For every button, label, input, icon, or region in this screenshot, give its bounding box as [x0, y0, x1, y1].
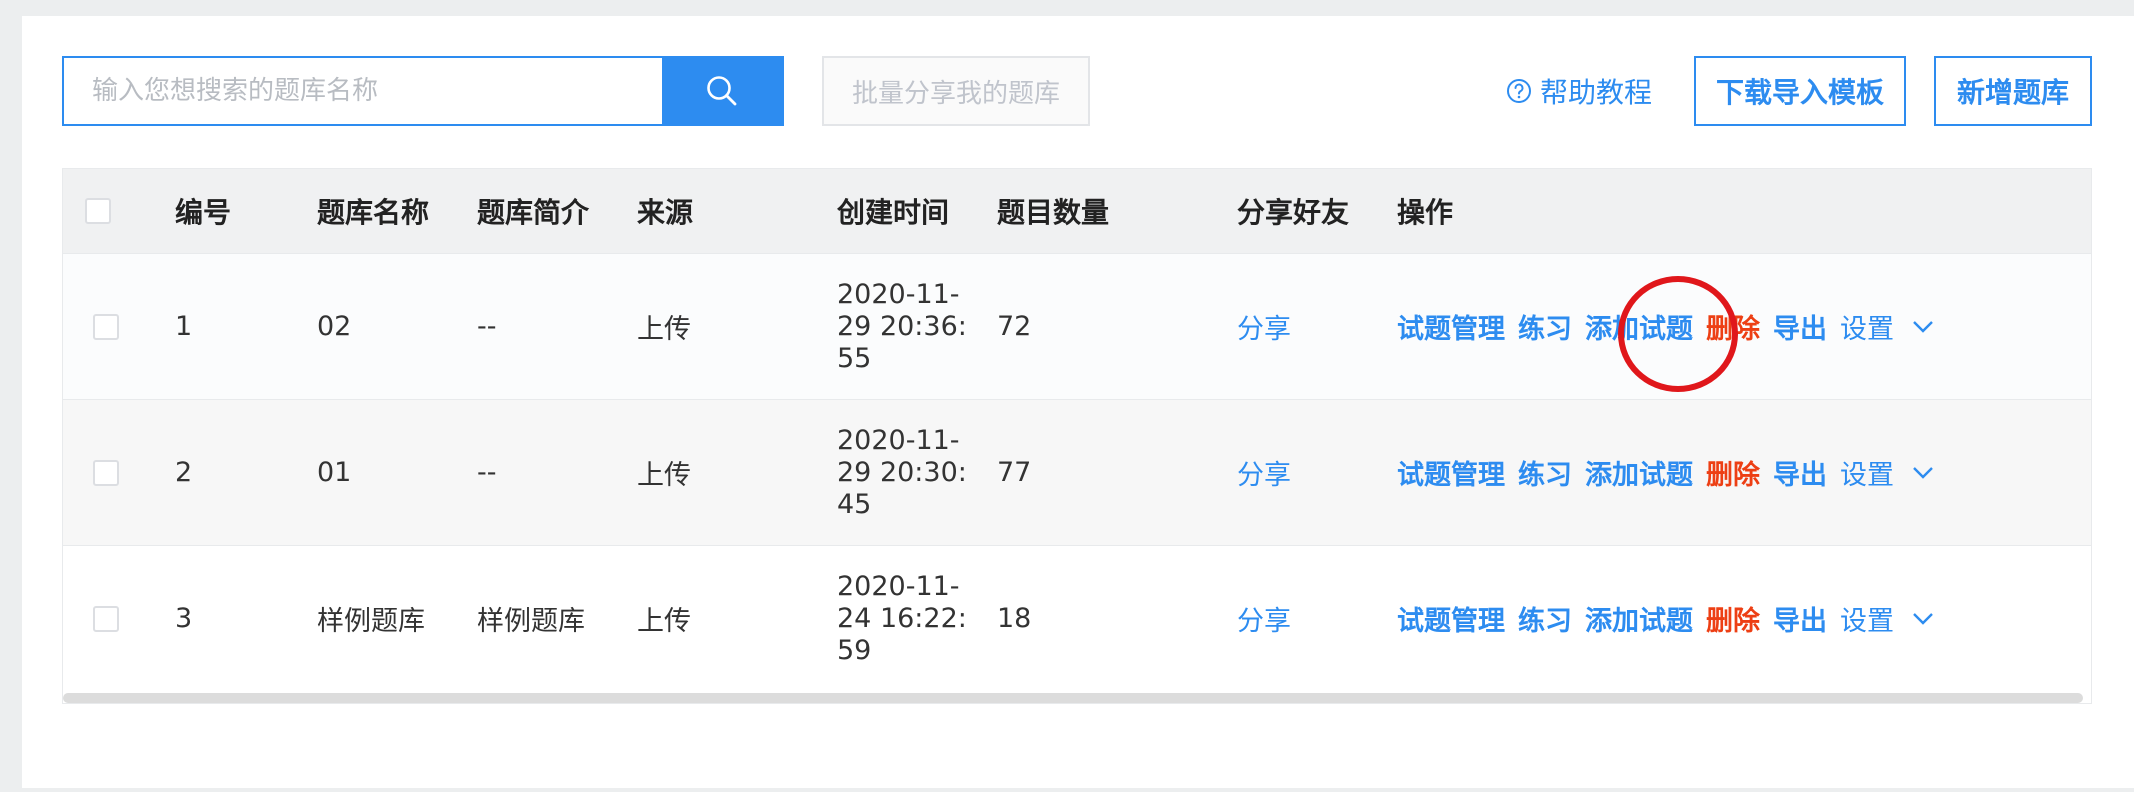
practice-link[interactable]: 练习: [1518, 453, 1572, 492]
row-select-cell: [93, 400, 119, 545]
manage-questions-link[interactable]: 试题管理: [1397, 307, 1505, 346]
row-actions: 试题管理 练习 添加试题 删除 导出 设置: [1397, 400, 1934, 545]
question-circle-icon: [1507, 79, 1531, 103]
search-button[interactable]: [662, 58, 782, 124]
row-count: 72: [997, 311, 1032, 342]
share-link[interactable]: 分享: [1237, 546, 1291, 691]
row-id: 3: [175, 603, 193, 634]
row-source: 上传: [637, 314, 691, 345]
help-link[interactable]: 帮助教程: [1506, 56, 1652, 126]
add-questions-link[interactable]: 添加试题: [1585, 453, 1693, 492]
share-link[interactable]: 分享: [1237, 400, 1291, 545]
row-actions: 试题管理 练习 添加试题 删除 导出 设置: [1397, 546, 1934, 691]
row-id: 1: [175, 311, 193, 342]
chevron-down-icon[interactable]: [1912, 612, 1934, 626]
export-link[interactable]: 导出: [1773, 453, 1827, 492]
add-questions-link[interactable]: 添加试题: [1585, 599, 1693, 638]
delete-link[interactable]: 删除: [1706, 599, 1760, 638]
header-created: 创建时间: [837, 196, 950, 229]
export-link[interactable]: 导出: [1773, 599, 1827, 638]
row-count: 18: [997, 603, 1032, 634]
settings-link[interactable]: 设置: [1840, 599, 1894, 638]
manage-questions-link[interactable]: 试题管理: [1397, 599, 1505, 638]
question-bank-table: 编号 题库名称 题库简介 来源 创建时间 题目数量 分享好友 操作 1 02 -…: [62, 168, 2092, 704]
header-ops: 操作: [1397, 196, 1454, 229]
row-source: 上传: [637, 606, 691, 637]
practice-link[interactable]: 练习: [1518, 599, 1572, 638]
header-source: 来源: [637, 196, 694, 229]
row-name: 样例题库: [317, 606, 425, 637]
export-link[interactable]: 导出: [1773, 307, 1827, 346]
row-created: 2020-11- 29 20:36: 55: [837, 278, 967, 374]
row-actions: 试题管理 练习 添加试题 删除 导出 设置: [1397, 254, 1934, 399]
row-checkbox[interactable]: [93, 605, 119, 632]
manage-questions-link[interactable]: 试题管理: [1397, 453, 1505, 492]
search-box: [62, 56, 784, 126]
row-select-cell: [93, 546, 119, 691]
table-row: 1 02 -- 上传 2020-11- 29 20:36: 55 72 分享 试…: [63, 253, 2091, 399]
search-input[interactable]: [64, 58, 662, 124]
share-link[interactable]: 分享: [1237, 254, 1291, 399]
table-row: 3 样例题库 样例题库 上传 2020-11- 24 16:22: 59 18 …: [63, 545, 2091, 691]
header-intro: 题库简介: [477, 196, 590, 229]
help-label: 帮助教程: [1540, 76, 1653, 109]
row-checkbox[interactable]: [93, 459, 119, 486]
settings-link[interactable]: 设置: [1840, 453, 1894, 492]
table-header: 编号 题库名称 题库简介 来源 创建时间 题目数量 分享好友 操作: [63, 169, 2091, 253]
row-intro: 样例题库: [477, 606, 585, 637]
download-template-button[interactable]: 下载导入模板: [1694, 56, 1906, 126]
delete-link[interactable]: 删除: [1706, 453, 1760, 492]
row-name: 01: [317, 457, 352, 488]
row-intro: --: [477, 311, 497, 342]
chevron-down-icon[interactable]: [1912, 466, 1934, 480]
search-icon: [707, 76, 737, 106]
main-panel: 批量分享我的题库 帮助教程 下载导入模板 新增题库 编号 题库名称 题库简介 来…: [22, 16, 2134, 788]
chevron-down-icon[interactable]: [1912, 320, 1934, 334]
add-questions-link[interactable]: 添加试题: [1585, 307, 1693, 346]
header-id: 编号: [175, 196, 232, 229]
row-created: 2020-11- 29 20:30: 45: [837, 424, 967, 520]
header-share: 分享好友: [1237, 196, 1350, 229]
batch-share-button[interactable]: 批量分享我的题库: [822, 56, 1090, 126]
row-count: 77: [997, 457, 1032, 488]
row-name: 02: [317, 311, 352, 342]
select-all-checkbox[interactable]: [85, 198, 111, 224]
row-source: 上传: [637, 460, 691, 491]
header-count: 题目数量: [997, 196, 1110, 229]
practice-link[interactable]: 练习: [1518, 307, 1572, 346]
row-select-cell: [93, 254, 119, 399]
row-id: 2: [175, 457, 193, 488]
horizontal-scrollbar[interactable]: [63, 693, 2083, 703]
select-all-cell: [85, 169, 111, 253]
delete-link[interactable]: 删除: [1706, 307, 1760, 346]
header-name: 题库名称: [317, 196, 430, 229]
new-bank-button[interactable]: 新增题库: [1934, 56, 2092, 126]
settings-link[interactable]: 设置: [1840, 307, 1894, 346]
table-row: 2 01 -- 上传 2020-11- 29 20:30: 45 77 分享 试…: [63, 399, 2091, 545]
row-intro: --: [477, 457, 497, 488]
row-checkbox[interactable]: [93, 313, 119, 340]
row-created: 2020-11- 24 16:22: 59: [837, 570, 967, 666]
